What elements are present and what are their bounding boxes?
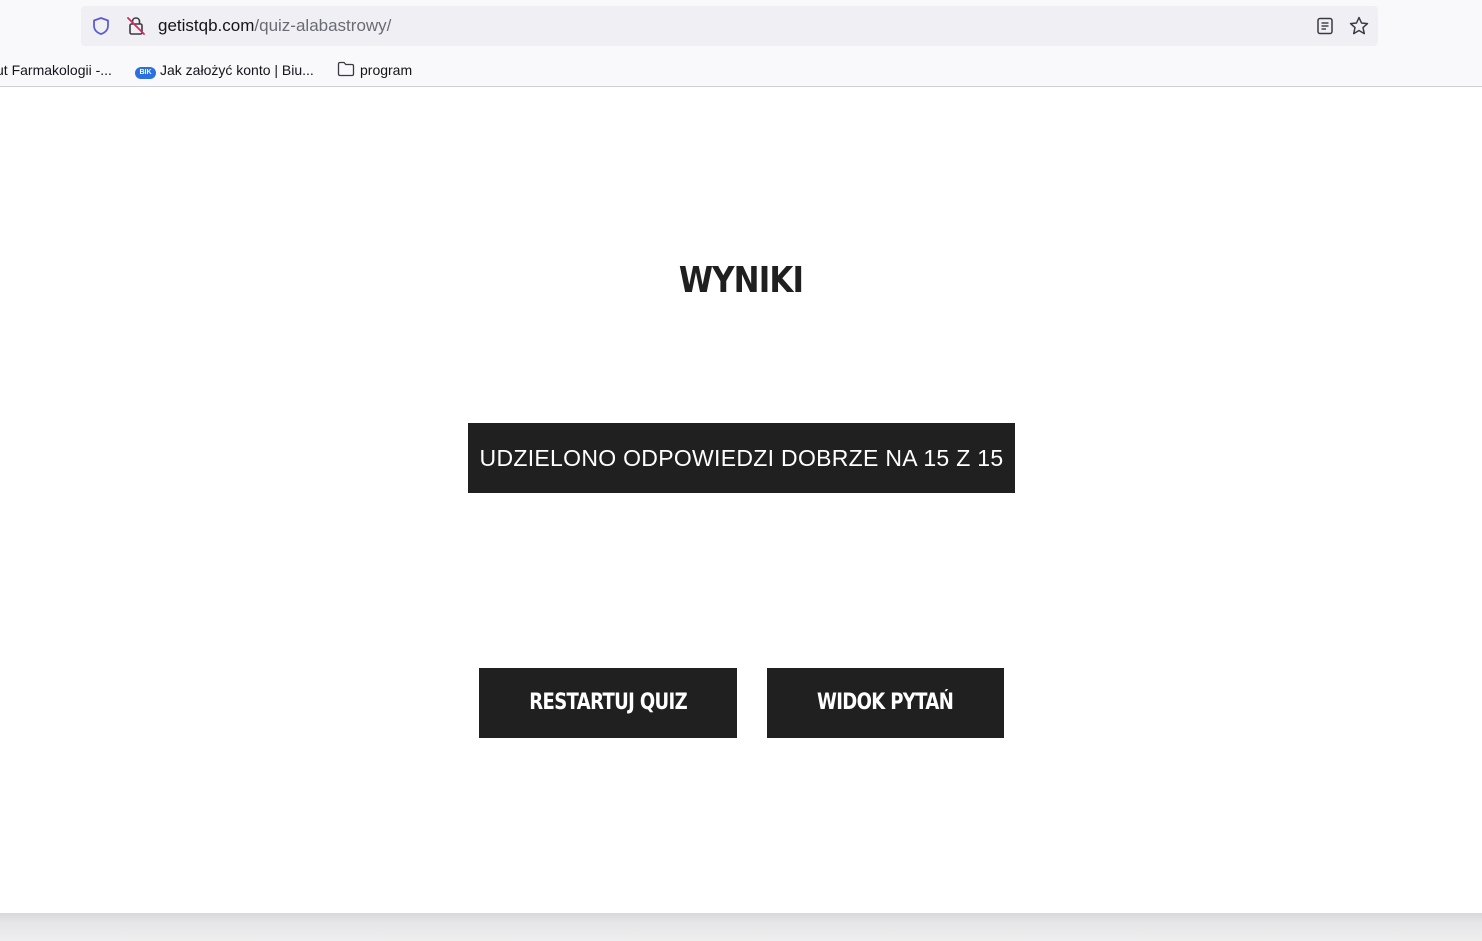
bookmark-folder[interactable]: program	[337, 58, 412, 82]
bookmark-item[interactable]: ut Farmakologii -...	[0, 58, 112, 82]
window-bottom-edge	[0, 913, 1482, 941]
folder-icon	[337, 61, 355, 77]
view-questions-button[interactable]: WIDOK PYTAŃ	[767, 668, 1004, 738]
url-text[interactable]: getistqb.com/quiz-alabastrowy/	[158, 16, 391, 36]
url-domain: getistqb.com	[158, 16, 255, 35]
bookmark-item[interactable]: BIK Jak założyć konto | Biu...	[135, 58, 314, 82]
score-summary: UDZIELONO ODPOWIEDZI DOBRZE NA 15 Z 15	[468, 423, 1015, 493]
bookmark-label: program	[360, 62, 413, 78]
bookmarks-toolbar: ut Farmakologii -... BIK Jak założyć kont…	[0, 58, 1482, 82]
bik-icon: BIK	[135, 67, 156, 79]
bookmark-star-icon[interactable]	[1348, 15, 1370, 37]
browser-toolbar: getistqb.com/quiz-alabastrowy/ ut Farmak…	[0, 0, 1482, 87]
insecure-lock-icon[interactable]	[125, 15, 147, 37]
restart-quiz-label: RESTARTUJ QUIZ	[529, 690, 687, 715]
address-bar[interactable]: getistqb.com/quiz-alabastrowy/	[81, 6, 1378, 46]
url-path: /quiz-alabastrowy/	[254, 16, 392, 35]
bookmark-label: ut Farmakologii -...	[0, 62, 112, 78]
shield-icon[interactable]	[91, 16, 111, 36]
bookmark-label: Jak założyć konto | Biu...	[160, 62, 314, 78]
view-questions-label: WIDOK PYTAŃ	[817, 690, 954, 715]
reader-view-icon[interactable]	[1315, 16, 1335, 36]
results-title: WYNIKI	[678, 260, 804, 301]
page-content: WYNIKI UDZIELONO ODPOWIEDZI DOBRZE NA 15…	[0, 87, 1482, 913]
restart-quiz-button[interactable]: RESTARTUJ QUIZ	[479, 668, 737, 738]
